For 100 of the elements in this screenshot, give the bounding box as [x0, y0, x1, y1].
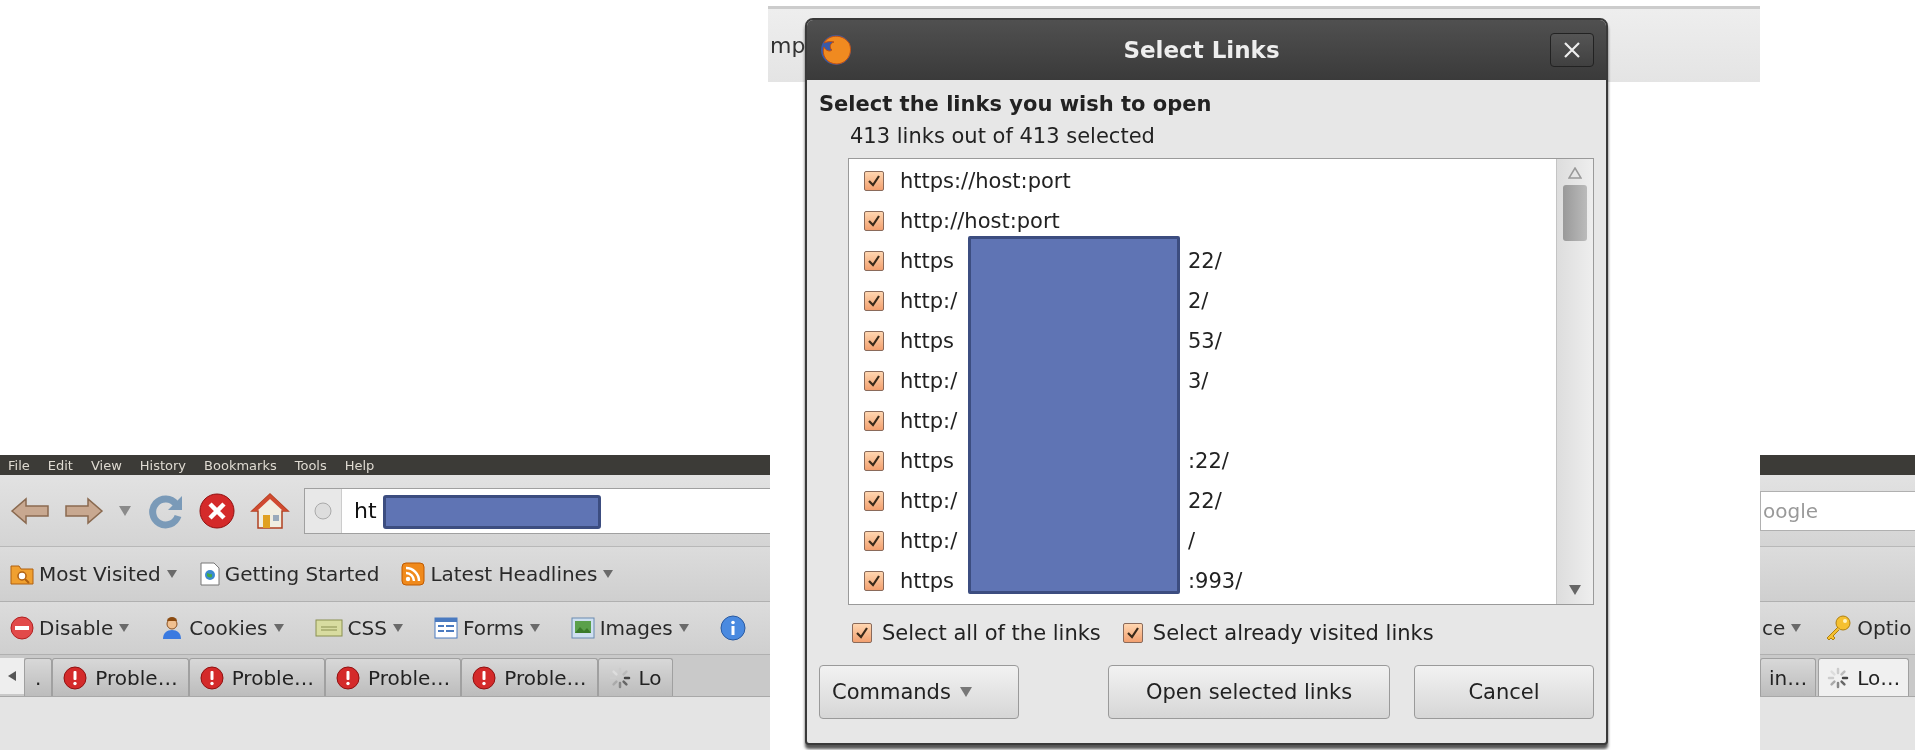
bookmark-item[interactable]: Getting Started	[224, 562, 380, 586]
loading-spinner-icon	[1827, 666, 1850, 689]
browser-tab[interactable]: Proble…	[324, 658, 462, 696]
link-url[interactable]: https	[886, 569, 968, 593]
dropdown-arrow-icon[interactable]	[528, 623, 541, 633]
toolbar-menu-label[interactable]: Optio	[1857, 616, 1912, 640]
commands-menu-button[interactable]: Commands	[819, 665, 1019, 719]
browser-tab[interactable]: Lo…	[1818, 658, 1910, 696]
checkbox[interactable]	[864, 491, 884, 511]
browser-tab[interactable]: Lo	[597, 658, 673, 696]
toolbar-menu-label[interactable]: Images	[599, 616, 673, 640]
form-icon	[433, 617, 458, 639]
link-url[interactable]: http://host:port	[886, 209, 1556, 233]
search-field[interactable]: oogle	[1760, 490, 1915, 531]
checkbox[interactable]	[864, 571, 884, 591]
address-field[interactable]: ht	[304, 487, 770, 534]
link-url[interactable]: 3/	[1184, 369, 1209, 393]
feed-icon	[401, 562, 426, 586]
link-url[interactable]: http:/	[886, 529, 968, 553]
toolbar-menu-label[interactable]: Cookies	[189, 616, 268, 640]
checkbox-label[interactable]: Select already visited links	[1152, 621, 1434, 645]
link-url[interactable]: 2/	[1184, 289, 1209, 313]
toolbar-menu-label[interactable]: Forms	[462, 616, 524, 640]
browser-tab[interactable]: in…	[1760, 658, 1817, 696]
error-icon	[63, 665, 88, 690]
scroll-down-icon[interactable]	[1568, 584, 1582, 596]
menu-item[interactable]: History	[139, 457, 187, 473]
dropdown-arrow-icon[interactable]	[1790, 623, 1803, 633]
checkbox[interactable]	[864, 171, 884, 191]
bookmark-item[interactable]: Latest Headlines	[430, 562, 598, 586]
stop-icon[interactable]	[198, 491, 236, 530]
link-url[interactable]: http:/	[886, 489, 968, 513]
browser-tab[interactable]: Proble…	[52, 658, 189, 696]
history-dropdown-icon[interactable]	[118, 504, 132, 517]
menu-item[interactable]: Edit	[47, 457, 73, 473]
browser-tab[interactable]: Proble…	[461, 658, 598, 696]
bookmark-item[interactable]: Most Visited	[39, 562, 161, 586]
link-url[interactable]: 53/	[1184, 329, 1222, 353]
checkbox[interactable]	[864, 291, 884, 311]
dropdown-arrow-icon[interactable]	[165, 569, 178, 579]
forward-arrow-icon[interactable]	[64, 495, 104, 526]
link-url[interactable]: https://host:port	[886, 169, 1556, 193]
link-url[interactable]: http:/	[886, 409, 968, 433]
dropdown-arrow-icon[interactable]	[391, 623, 404, 633]
checkbox[interactable]	[864, 251, 884, 271]
dialog-button[interactable]: Cancel	[1414, 665, 1594, 719]
dropdown-arrow-icon[interactable]	[272, 623, 285, 633]
toolbar-menu-label[interactable]: ce	[1762, 616, 1786, 640]
checkbox[interactable]	[852, 623, 872, 643]
close-button[interactable]	[1550, 33, 1594, 67]
page-icon	[313, 500, 333, 521]
dropdown-arrow-icon[interactable]	[602, 569, 615, 579]
page-globe-icon	[199, 562, 220, 586]
css-file-icon	[314, 618, 343, 638]
checkbox[interactable]	[1122, 623, 1143, 643]
scrollbar-thumb[interactable]	[1563, 185, 1587, 241]
checkbox[interactable]	[864, 411, 884, 431]
no-entry-icon	[10, 616, 34, 640]
checkbox[interactable]	[864, 371, 884, 391]
scroll-left-icon[interactable]	[7, 669, 17, 682]
selection-count: 413 links out of 413 selected	[850, 124, 1156, 148]
picture-icon	[570, 617, 595, 639]
link-url[interactable]: :993/	[1184, 569, 1243, 593]
home-icon[interactable]	[250, 490, 290, 531]
link-url[interactable]: 22/	[1184, 249, 1222, 273]
close-icon	[1563, 41, 1581, 59]
link-url[interactable]: https	[886, 449, 968, 473]
tab-label: mp	[769, 33, 806, 58]
menu-item[interactable]: Bookmarks	[204, 457, 277, 473]
back-arrow-icon[interactable]	[10, 495, 50, 526]
fox-globe-icon	[819, 33, 853, 67]
checkbox-label[interactable]: Select all of the links	[882, 621, 1101, 645]
dropdown-arrow-icon[interactable]	[118, 623, 131, 633]
menu-item[interactable]: Tools	[294, 457, 327, 473]
dialog-button[interactable]: Open selected links	[1108, 665, 1390, 719]
checkbox[interactable]	[864, 451, 884, 471]
toolbar-menu-label[interactable]: CSS	[347, 616, 387, 640]
menu-item[interactable]: Help	[344, 457, 375, 473]
menu-item[interactable]: File	[8, 457, 30, 473]
checkbox[interactable]	[864, 331, 884, 351]
scrollbar[interactable]	[1556, 159, 1593, 604]
link-url[interactable]: https	[886, 329, 968, 353]
link-url[interactable]: 22/	[1184, 489, 1222, 513]
menu-item[interactable]: View	[90, 457, 122, 473]
link-url[interactable]: http:/	[886, 289, 968, 313]
toolbar-menu-label[interactable]: Disable	[39, 616, 114, 640]
link-url[interactable]: :22/	[1184, 449, 1229, 473]
error-icon	[335, 665, 360, 690]
link-url[interactable]: /	[1184, 529, 1196, 553]
link-url[interactable]: https	[886, 249, 968, 273]
dropdown-arrow-icon[interactable]	[677, 623, 690, 633]
checkbox[interactable]	[864, 531, 884, 551]
error-icon	[472, 665, 497, 690]
browser-tab[interactable]: .	[24, 658, 53, 696]
dropdown-arrow-icon	[958, 686, 973, 698]
checkbox[interactable]	[864, 211, 884, 231]
link-url[interactable]: http:/	[886, 369, 968, 393]
browser-tab[interactable]: Proble…	[188, 658, 325, 696]
folder-icon	[10, 562, 34, 586]
info-icon[interactable]	[719, 615, 746, 641]
